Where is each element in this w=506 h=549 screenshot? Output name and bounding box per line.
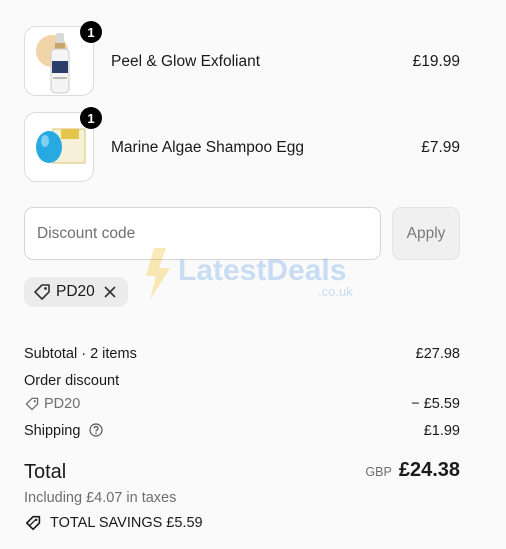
product-thumbnail-wrap: 1	[24, 107, 102, 184]
tag-icon	[34, 284, 50, 300]
line-item: 1 Peel & Glow Exfoliant £19.99	[24, 21, 460, 98]
order-discount-value: − £5.59	[411, 396, 460, 412]
item-name: Marine Algae Shampoo Egg	[111, 139, 305, 156]
savings-label: TOTAL SAVINGS £5.59	[50, 515, 203, 531]
product-thumbnail-wrap: 1	[24, 21, 102, 98]
quantity-badge: 1	[80, 107, 102, 129]
taxes-note: Including £4.07 in taxes	[24, 490, 177, 506]
shipping-value: £1.99	[423, 423, 460, 439]
apply-button[interactable]: Apply	[392, 207, 460, 260]
order-discount-label: Order discount	[24, 373, 120, 389]
remove-discount-icon[interactable]	[103, 285, 117, 299]
applied-discount-chip: PD20	[24, 277, 128, 307]
subtotal-label: Subtotal · 2 items	[24, 346, 137, 362]
savings-tag-icon	[25, 515, 41, 531]
order-discount-code: PD20	[44, 396, 81, 412]
quantity-badge: 1	[80, 21, 102, 43]
shipping-label: Shipping	[24, 423, 81, 439]
watermark-brand: LatestDeals	[178, 254, 346, 287]
watermark-logo: LatestDeals .co.uk	[144, 246, 366, 306]
currency-code: GBP	[365, 465, 392, 479]
total-value: £24.38	[398, 459, 460, 481]
line-item: 1 Marine Algae Shampoo Egg £7.99	[24, 107, 460, 184]
subtotal-row: Subtotal · 2 items £27.98	[24, 346, 460, 362]
help-icon[interactable]	[89, 423, 104, 437]
order-discount-code-row: PD20 − £5.59	[24, 396, 460, 412]
item-name: Peel & Glow Exfoliant	[111, 53, 261, 70]
total-label: Total	[24, 461, 67, 483]
total-savings: TOTAL SAVINGS £5.59	[24, 514, 203, 532]
item-price: £19.99	[412, 53, 460, 70]
tag-icon	[25, 397, 39, 411]
item-price: £7.99	[421, 139, 460, 156]
subtotal-value: £27.98	[415, 346, 460, 362]
applied-code: PD20	[56, 283, 95, 300]
watermark-domain: .co.uk	[318, 284, 353, 299]
total-amount-group: GBP £24.38	[365, 459, 460, 482]
shipping-row: Shipping £1.99	[24, 423, 460, 439]
order-discount-row: Order discount	[24, 373, 460, 389]
